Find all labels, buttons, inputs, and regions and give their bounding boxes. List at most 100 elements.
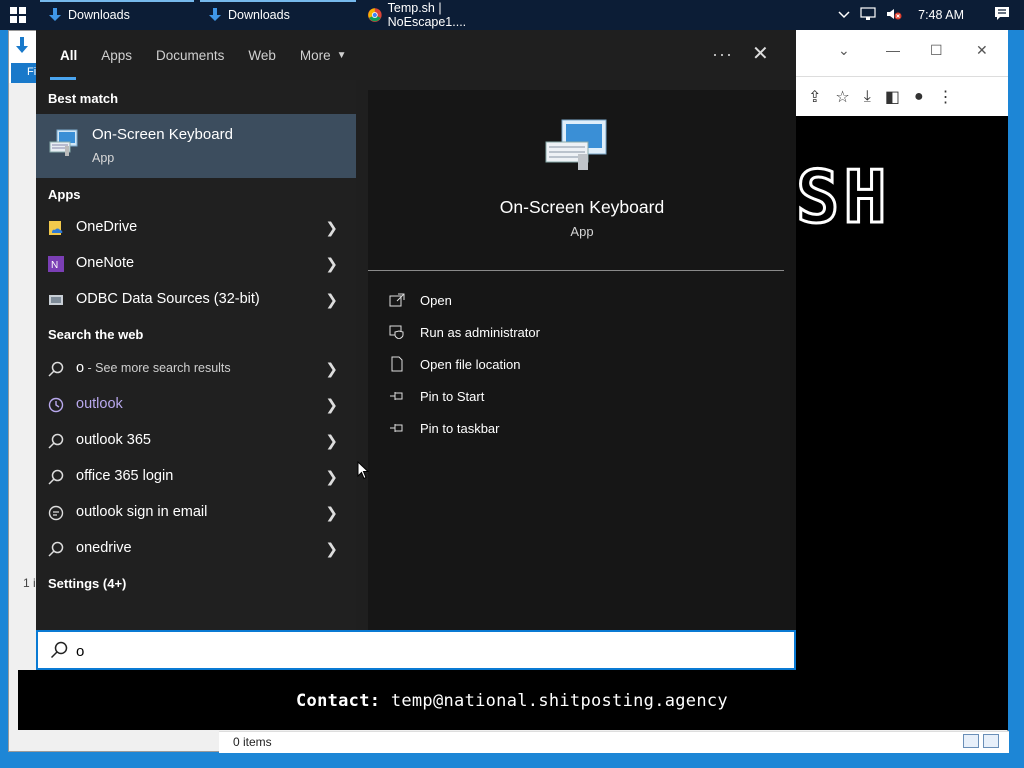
- action-pin-to-taskbar[interactable]: Pin to taskbar: [388, 417, 500, 439]
- action-label: Open file location: [420, 356, 521, 372]
- download-icon[interactable]: ⤓: [864, 88, 871, 106]
- action-open-file-location[interactable]: Open file location: [388, 353, 520, 375]
- windows-search-panel: All Apps Documents Web More ▼ ··· ✕ Best…: [36, 30, 796, 630]
- chevron-right-icon[interactable]: ❯: [325, 255, 338, 273]
- search-box: [36, 630, 796, 670]
- app-result-onenote[interactable]: N OneNote ❯: [36, 246, 356, 282]
- tab-more[interactable]: More ▼: [288, 30, 359, 80]
- tab-all[interactable]: All: [36, 30, 89, 80]
- maximize-icon[interactable]: ☐: [930, 42, 943, 59]
- taskbar: Downloads Downloads Temp.sh | NoEscape1.…: [0, 0, 1024, 30]
- more-options-icon[interactable]: ···: [712, 44, 733, 65]
- search-icon: [48, 361, 64, 377]
- web-query-text: o: [76, 360, 85, 376]
- download-arrow-icon: [16, 37, 28, 53]
- section-settings[interactable]: Settings (4+): [48, 576, 126, 591]
- action-center-icon[interactable]: [994, 6, 1010, 25]
- onedrive-icon: [48, 220, 64, 236]
- start-button[interactable]: [0, 0, 36, 30]
- tiles-view-icon[interactable]: [983, 734, 999, 748]
- chevron-right-icon[interactable]: ❯: [325, 468, 338, 486]
- section-apps: Apps: [48, 187, 81, 202]
- action-open[interactable]: Open: [388, 289, 452, 311]
- action-label: Pin to taskbar: [420, 420, 500, 436]
- app-result-odbc[interactable]: ODBC Data Sources (32-bit) ❯: [36, 282, 356, 318]
- chrome-titlebar: ⌄ — ☐ ✕: [796, 30, 1008, 76]
- download-arrow-icon: [49, 8, 61, 21]
- windows-logo-icon: [10, 7, 26, 23]
- taskbar-app-chrome[interactable]: Temp.sh | NoEscape1....: [360, 0, 520, 30]
- taskbar-app-downloads-2[interactable]: Downloads: [200, 0, 356, 30]
- preview-app-type: App: [570, 224, 594, 239]
- web-result-onedrive[interactable]: onedrive ❯: [36, 531, 356, 567]
- chevron-right-icon[interactable]: ❯: [325, 219, 338, 237]
- taskbar-app-label: Temp.sh | NoEscape1....: [387, 1, 467, 29]
- chrome-icon: [368, 8, 382, 22]
- close-icon[interactable]: ✕: [752, 41, 769, 66]
- close-icon[interactable]: ✕: [976, 42, 988, 59]
- search-icon: [48, 433, 64, 449]
- contact-line: Contact: temp@national.shitposting.agenc…: [296, 691, 728, 711]
- keyboard-app-icon: [49, 129, 78, 156]
- action-run-as-admin[interactable]: Run as administrator: [388, 321, 540, 343]
- profile-icon[interactable]: ●: [914, 88, 924, 106]
- clock[interactable]: 7:48 AM: [918, 8, 964, 22]
- view-switcher: [963, 734, 999, 748]
- search-icon: [48, 541, 64, 557]
- action-label: Run as administrator: [420, 324, 540, 340]
- tab-apps[interactable]: Apps: [89, 30, 144, 80]
- chevron-right-icon[interactable]: ❯: [325, 504, 338, 522]
- chevron-up-icon[interactable]: [838, 8, 850, 22]
- best-match-result[interactable]: On-Screen Keyboard App: [36, 114, 356, 178]
- chevron-right-icon[interactable]: ❯: [325, 360, 338, 378]
- web-result-outlook-365[interactable]: outlook 365 ❯: [36, 423, 356, 459]
- section-best-match: Best match: [48, 91, 119, 106]
- action-pin-to-start[interactable]: Pin to Start: [388, 385, 484, 407]
- mouse-cursor-icon: [357, 461, 369, 480]
- contact-email[interactable]: temp@national.shitposting.agency: [391, 691, 728, 711]
- web-result-see-more[interactable]: o - See more search results ❯: [36, 351, 356, 387]
- best-match-subtitle: App: [92, 151, 115, 165]
- chevron-right-icon[interactable]: ❯: [325, 291, 338, 309]
- onenote-icon: N: [48, 256, 64, 272]
- keyboard-app-large-icon: [545, 119, 607, 170]
- web-result-office-365-login[interactable]: office 365 login ❯: [36, 459, 356, 495]
- chrome-toolbar: ⇪ ☆ ⤓ ◧ ● ⋮: [796, 76, 1008, 116]
- web-result-outlook[interactable]: outlook ❯: [36, 387, 356, 423]
- chrome-window: ⌄ — ☐ ✕ ⇪ ☆ ⤓ ◧ ● ⋮ SH: [795, 30, 1008, 730]
- web-result-label: outlook 365: [76, 432, 151, 448]
- preview-app-title: On-Screen Keyboard: [499, 197, 665, 217]
- sidepanel-icon[interactable]: ◧: [885, 87, 900, 107]
- web-result-label: onedrive: [76, 540, 132, 556]
- web-result-outlook-sign-in[interactable]: outlook sign in email ❯: [36, 495, 356, 531]
- open-icon: [388, 292, 406, 308]
- chevron-right-icon[interactable]: ❯: [325, 432, 338, 450]
- chevron-down-icon[interactable]: ⌄: [838, 42, 850, 59]
- web-result-label: outlook sign in email: [76, 504, 208, 520]
- details-view-icon[interactable]: [963, 734, 979, 748]
- minimize-icon[interactable]: —: [886, 42, 900, 58]
- star-icon[interactable]: ☆: [835, 87, 849, 107]
- taskbar-app-label: Downloads: [228, 8, 290, 22]
- tab-web[interactable]: Web: [236, 30, 288, 80]
- tab-documents[interactable]: Documents: [144, 30, 236, 80]
- network-icon[interactable]: [860, 6, 876, 24]
- app-label: OneNote: [76, 255, 135, 271]
- taskbar-app-downloads-1[interactable]: Downloads: [40, 0, 194, 30]
- app-result-onedrive[interactable]: OneDrive ❯: [36, 210, 356, 246]
- chevron-right-icon[interactable]: ❯: [325, 540, 338, 558]
- search-input[interactable]: [76, 640, 776, 662]
- explorer-status-bar: 0 items: [219, 731, 1009, 753]
- chevron-right-icon[interactable]: ❯: [325, 396, 338, 414]
- shield-icon: [388, 324, 406, 340]
- web-see-more-text: - See more search results: [84, 361, 231, 375]
- kebab-menu-icon[interactable]: ⋮: [938, 87, 954, 107]
- pin-icon: [388, 388, 406, 404]
- odbc-icon: [48, 292, 64, 308]
- site-logo: SH: [795, 154, 891, 241]
- volume-muted-icon[interactable]: [886, 7, 902, 24]
- search-icon: [48, 469, 64, 485]
- search-icon: [50, 641, 68, 659]
- app-label: OneDrive: [76, 219, 138, 235]
- share-icon[interactable]: ⇪: [808, 87, 821, 107]
